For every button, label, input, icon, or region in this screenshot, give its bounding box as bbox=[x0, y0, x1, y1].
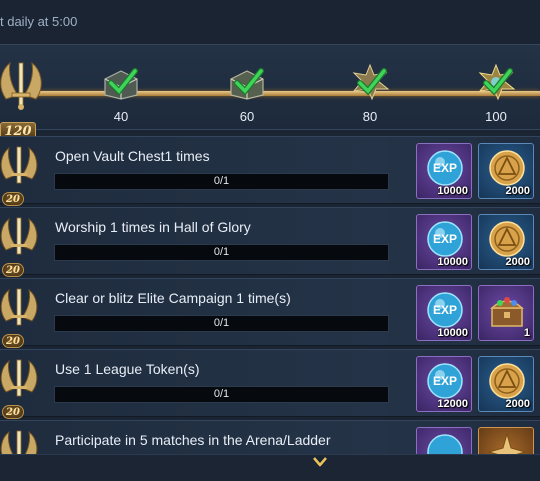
daily-task-list[interactable]: 20 Open Vault Chest1 times 0/1 EXP 10000… bbox=[0, 136, 540, 454]
task-points-badge: 20 bbox=[0, 145, 40, 206]
task-points: 20 bbox=[2, 405, 24, 419]
task-points: 20 bbox=[2, 192, 24, 206]
gold-coin-icon bbox=[489, 363, 525, 399]
reward-emblem[interactable] bbox=[478, 427, 534, 454]
exp-orb-icon bbox=[427, 434, 463, 454]
winged-sword-icon bbox=[0, 217, 38, 255]
task-points-badge: 20 bbox=[0, 216, 40, 277]
task-progress-bar: 0/1 bbox=[54, 244, 389, 261]
reward-exp[interactable]: EXP 10000 bbox=[416, 285, 472, 341]
task-title: Worship 1 times in Hall of Glory bbox=[55, 219, 251, 235]
milestone-value: 100 bbox=[485, 109, 507, 124]
task-progress-bar: 0/1 bbox=[54, 315, 389, 332]
claimed-chest-icon bbox=[230, 68, 264, 100]
reward-quantity: 12000 bbox=[437, 398, 468, 410]
milestone-chest-100[interactable]: 100 bbox=[468, 59, 524, 131]
exp-orb-icon: EXP bbox=[427, 221, 463, 257]
winged-sword-icon bbox=[0, 359, 38, 397]
task-title: Use 1 League Token(s) bbox=[55, 361, 200, 377]
reward-exp[interactable]: EXP 10000 bbox=[416, 143, 472, 199]
task-row: 20 Open Vault Chest1 times 0/1 EXP 10000… bbox=[0, 136, 540, 206]
svg-text:EXP: EXP bbox=[433, 303, 457, 317]
milestone-value: 80 bbox=[362, 109, 378, 124]
gold-coin-icon bbox=[489, 221, 525, 257]
reward-quantity: 1 bbox=[523, 327, 530, 339]
reward-quantity: 2000 bbox=[505, 256, 530, 268]
milestone-chest-40[interactable]: 40 bbox=[93, 59, 149, 131]
list-footer bbox=[0, 454, 540, 481]
task-progress-text: 0/1 bbox=[213, 175, 230, 187]
reward-quantity: 10000 bbox=[437, 185, 468, 197]
reward-exp[interactable] bbox=[416, 427, 472, 454]
exp-orb-icon: EXP bbox=[427, 292, 463, 328]
task-row: 20 Participate in 5 matches in the Arena… bbox=[0, 420, 540, 454]
task-progress-text: 0/1 bbox=[213, 246, 230, 258]
activity-total-badge: 120 bbox=[0, 59, 44, 140]
claimed-chest-icon bbox=[352, 63, 390, 101]
claimed-chest-icon bbox=[104, 68, 138, 100]
milestone-value: 40 bbox=[113, 109, 129, 124]
svg-text:EXP: EXP bbox=[433, 232, 457, 246]
task-title: Open Vault Chest1 times bbox=[55, 148, 210, 164]
milestone-chest-60[interactable]: 60 bbox=[219, 59, 275, 131]
winged-sword-icon bbox=[0, 288, 38, 326]
task-points-badge: 20 bbox=[0, 429, 40, 454]
reward-exp[interactable]: EXP 10000 bbox=[416, 214, 472, 270]
task-title: Clear or blitz Elite Campaign 1 time(s) bbox=[55, 290, 291, 306]
claimed-chest-icon bbox=[478, 63, 516, 101]
reward-chest[interactable]: 1 bbox=[478, 285, 534, 341]
task-points: 20 bbox=[2, 334, 24, 348]
svg-text:EXP: EXP bbox=[433, 161, 457, 175]
exp-orb-icon: EXP bbox=[427, 150, 463, 186]
task-progress-text: 0/1 bbox=[213, 317, 230, 329]
activity-progress-track: 120 40 60 80 100 bbox=[0, 44, 540, 140]
reward-gold[interactable]: 2000 bbox=[478, 214, 534, 270]
reward-quantity: 10000 bbox=[437, 327, 468, 339]
task-row: 20 Use 1 League Token(s) 0/1 EXP 12000 2… bbox=[0, 349, 540, 419]
winged-sword-icon bbox=[0, 146, 38, 184]
reward-quantity: 2000 bbox=[505, 185, 530, 197]
task-row: 20 Worship 1 times in Hall of Glory 0/1 … bbox=[0, 207, 540, 277]
task-points-badge: 20 bbox=[0, 358, 40, 419]
task-points: 20 bbox=[2, 263, 24, 277]
svg-text:EXP: EXP bbox=[433, 374, 457, 388]
task-progress-text: 0/1 bbox=[213, 388, 230, 400]
chevron-down-icon[interactable] bbox=[313, 457, 327, 467]
reward-quantity: 10000 bbox=[437, 256, 468, 268]
reward-quantity: 2000 bbox=[505, 398, 530, 410]
task-title: Participate in 5 matches in the Arena/La… bbox=[55, 432, 331, 448]
milestone-chest-80[interactable]: 80 bbox=[342, 59, 398, 131]
task-progress-bar: 0/1 bbox=[54, 386, 389, 403]
milestone-value: 60 bbox=[239, 109, 255, 124]
reward-exp[interactable]: EXP 12000 bbox=[416, 356, 472, 412]
winged-sword-icon bbox=[0, 61, 42, 110]
winged-sword-icon bbox=[0, 430, 38, 454]
daily-reset-text: t daily at 5:00 bbox=[0, 14, 78, 29]
task-points-badge: 20 bbox=[0, 287, 40, 348]
compass-emblem-icon bbox=[487, 432, 527, 454]
task-row: 20 Clear or blitz Elite Campaign 1 time(… bbox=[0, 278, 540, 348]
task-progress-bar: 0/1 bbox=[54, 173, 389, 190]
reward-gold[interactable]: 2000 bbox=[478, 143, 534, 199]
reward-gold[interactable]: 2000 bbox=[478, 356, 534, 412]
gold-coin-icon bbox=[489, 150, 525, 186]
exp-orb-icon: EXP bbox=[427, 363, 463, 399]
treasure-chest-icon bbox=[490, 297, 524, 327]
